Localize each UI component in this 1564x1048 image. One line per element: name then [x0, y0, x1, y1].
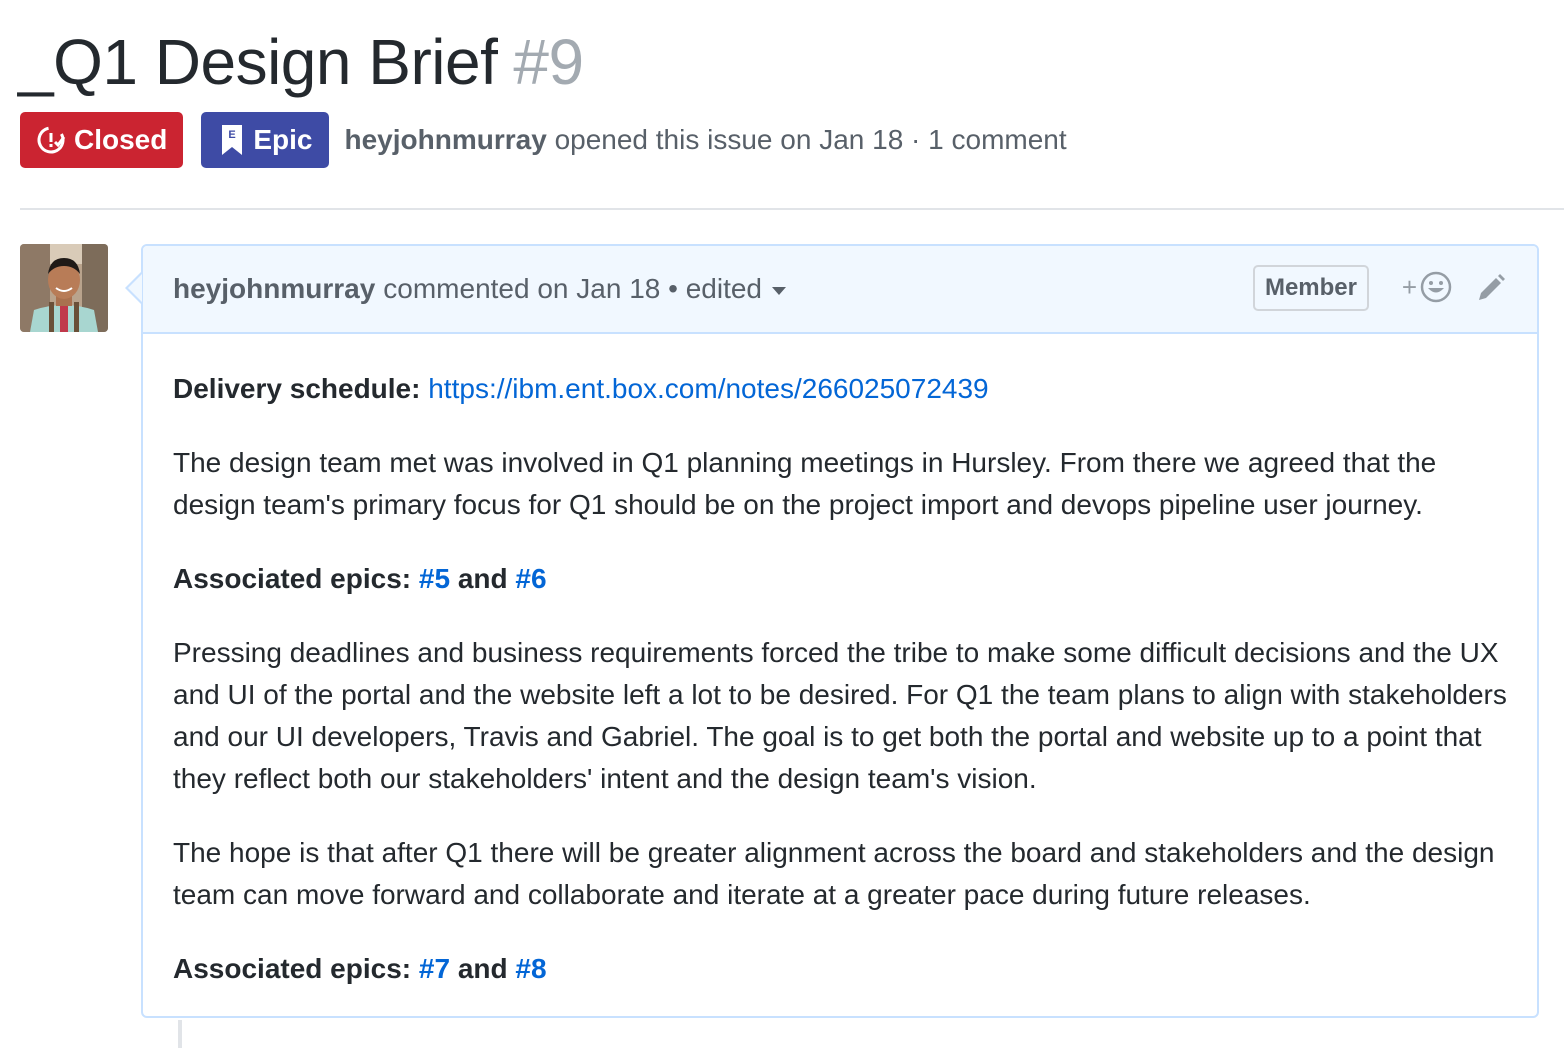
member-label: Member — [1252, 265, 1369, 311]
edit-comment-button[interactable] — [1475, 272, 1507, 309]
bookmark-icon: E — [222, 125, 243, 155]
avatar[interactable] — [20, 244, 108, 332]
issue-title-text: _Q1 Design Brief — [18, 26, 498, 98]
issue-link-6[interactable]: #6 — [515, 563, 546, 594]
add-reaction-button[interactable]: + — [1402, 270, 1453, 304]
comment-body: Delivery schedule: https://ibm.ent.box.c… — [143, 334, 1537, 990]
body-paragraph-2: Pressing deadlines and business requirem… — [173, 637, 1507, 794]
comment-arrow-inner — [128, 274, 142, 302]
issue-number: #9 — [513, 26, 584, 98]
delivery-schedule-paragraph: Delivery schedule: https://ibm.ent.box.c… — [173, 368, 1507, 410]
associated-epics-paragraph-2: Associated epics: #7 and #8 — [173, 948, 1507, 990]
issue-author-link[interactable]: heyjohnmurray — [345, 124, 547, 155]
issue-meta: heyjohnmurray opened this issue on Jan 1… — [345, 124, 1067, 156]
issue-title: _Q1 Design Brief #9 — [18, 22, 584, 102]
issue-link-8[interactable]: #8 — [515, 953, 546, 984]
issue-meta-text: opened this issue on Jan 18 · 1 comment — [554, 124, 1067, 155]
comment-action[interactable]: commented on Jan 18 • edited — [383, 273, 762, 305]
issue-closed-icon — [37, 126, 66, 154]
issue-link-7[interactable]: #7 — [419, 953, 450, 984]
comment-box: heyjohnmurray commented on Jan 18 • edit… — [141, 244, 1539, 1018]
state-badge-label: Closed — [74, 124, 168, 155]
pencil-icon — [1479, 274, 1505, 300]
delivery-schedule-link[interactable]: https://ibm.ent.box.com/notes/2660250724… — [428, 373, 988, 404]
chevron-down-icon[interactable] — [772, 287, 786, 295]
timeline-line — [178, 1020, 182, 1048]
body-paragraph-3: The hope is that after Q1 there will be … — [173, 837, 1495, 910]
issue-link-5[interactable]: #5 — [419, 563, 450, 594]
issue-meta-row: Closed E Epic heyjohnmurray opened this … — [20, 112, 1067, 168]
associated-epics-paragraph-1: Associated epics: #5 and #6 — [173, 558, 1507, 600]
avatar-image — [20, 244, 108, 332]
reaction-plus: + — [1401, 271, 1417, 302]
smiley-icon — [1420, 271, 1452, 303]
and-text: and — [457, 953, 508, 984]
epic-label[interactable]: E Epic — [201, 112, 329, 168]
comment-header-text: heyjohnmurray commented on Jan 18 • edit… — [173, 273, 786, 305]
body-paragraph-1: The design team met was involved in Q1 p… — [173, 447, 1437, 520]
bookmark-letter: E — [229, 129, 236, 141]
and-text: and — [457, 563, 508, 594]
issue-page: _Q1 Design Brief #9 Closed E Epic heyjohn… — [0, 0, 1564, 1048]
delivery-schedule-label: Delivery schedule: — [173, 373, 421, 404]
epic-label-text: Epic — [253, 124, 313, 155]
associated-epics-label: Associated epics: — [173, 563, 412, 594]
state-badge-closed: Closed — [20, 112, 184, 168]
header-divider — [20, 208, 1564, 210]
associated-epics-label: Associated epics: — [173, 953, 412, 984]
comment-header: heyjohnmurray commented on Jan 18 • edit… — [143, 246, 1537, 334]
comment-author-link[interactable]: heyjohnmurray — [173, 273, 375, 305]
